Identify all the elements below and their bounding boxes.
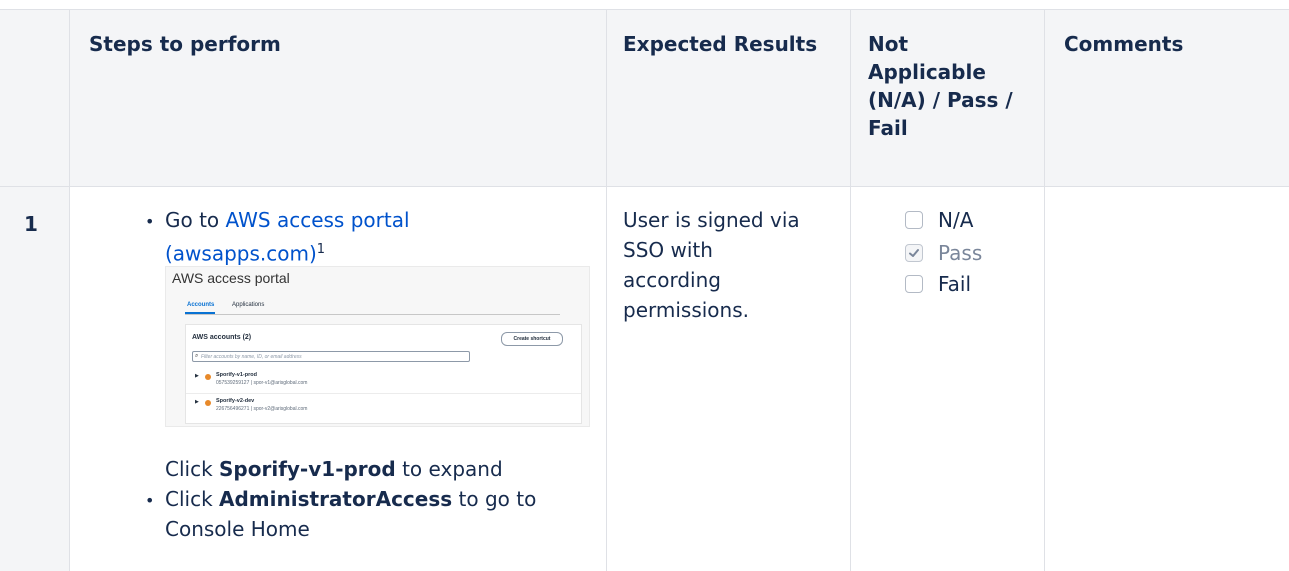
screenshot-account-name: Sporify-v2-dev [216, 398, 255, 404]
row-number: 1 [24, 212, 38, 236]
header-status-line: Not [868, 32, 909, 56]
screenshot-tab-applications: Applications [232, 302, 265, 308]
step-expand-suffix: to expand [402, 457, 503, 481]
header-steps: Steps to perform [89, 32, 281, 56]
step-admin-role: AdministratorAccess [219, 487, 453, 511]
checkbox-pass[interactable] [905, 244, 923, 262]
step-go-to-label: Go to [165, 208, 220, 232]
screenshot-accounts-heading: AWS accounts (2) [192, 334, 252, 341]
test-steps-table: Steps to perform Expected Results Not Ap… [0, 0, 1289, 571]
checkbox-fail[interactable] [905, 275, 923, 293]
search-icon: ⌕ [195, 353, 199, 359]
row-number-column [0, 186, 69, 571]
screenshot-tab-accounts: Accounts [187, 302, 215, 308]
bullet-icon: • [145, 491, 155, 510]
bullet-icon: • [145, 212, 155, 231]
expected-results: User is signed via SSO with according pe… [623, 205, 800, 325]
expected-line: permissions. [623, 298, 749, 322]
screenshot-account-name: Sporify-v1-prod [216, 372, 257, 378]
option-fail-label: Fail [938, 272, 972, 296]
option-pass-label: Pass [938, 241, 983, 265]
option-na[interactable]: N/A [905, 205, 973, 235]
caret-right-icon: ▶ [195, 399, 199, 405]
col-divider-1 [69, 9, 70, 571]
caret-right-icon: ▶ [195, 373, 199, 379]
checkmark-icon [909, 249, 919, 257]
expected-line: User is signed via [623, 208, 800, 232]
step-link-line2: (awsapps.com)1 [165, 235, 325, 269]
account-icon [205, 374, 211, 380]
header-comments: Comments [1064, 32, 1184, 56]
screenshot-tab-separator [185, 314, 560, 315]
footnote-marker: 1 [316, 242, 326, 257]
screenshot-account-row: ▶ Sporify-v2-dev 226756496271 | spor-v2@… [192, 397, 572, 423]
screenshot-account-details: 057539259127 | spor-v1@arisglobal.com [216, 380, 308, 386]
step-admin-access: Click AdministratorAccess to go to [165, 484, 536, 514]
screenshot-accounts-panel: AWS accounts (2) Create shortcut ⌕ Filte… [185, 324, 582, 424]
col-divider-2 [606, 9, 607, 571]
col-divider-3 [850, 9, 851, 571]
header-status-line: Fail [868, 116, 908, 140]
col-divider-4 [1044, 9, 1045, 571]
step-go-to: Go to AWS access portal [165, 205, 410, 235]
step-admin-prefix: Click [165, 487, 213, 511]
header-status: Not Applicable (N/A) / Pass / Fail [868, 30, 1038, 142]
header-status-line: (N/A) / Pass / [868, 88, 1013, 112]
expected-line: SSO with [623, 238, 713, 262]
step-expand-prefix: Click [165, 457, 213, 481]
header-status-line: Applicable [868, 60, 986, 84]
step-expand: Click Sporify-v1-prod to expand [165, 454, 503, 484]
checkbox-na[interactable] [905, 211, 923, 229]
header-expected: Expected Results [623, 32, 818, 56]
step-admin-line2: Console Home [165, 517, 310, 541]
option-na-label: N/A [938, 208, 974, 232]
aws-portal-link[interactable]: AWS access portal [226, 208, 410, 232]
step-admin-suffix: to go to [458, 487, 537, 511]
expected-line: according [623, 268, 721, 292]
screenshot-search-field: ⌕ Filter accounts by name, ID, or email … [192, 351, 470, 362]
screenshot-create-shortcut-button: Create shortcut [501, 332, 563, 346]
aws-portal-link-domain[interactable]: (awsapps.com) [165, 242, 317, 266]
step-expand-account: Sporify-v1-prod [219, 457, 396, 481]
screenshot-account-details: 226756496271 | spor-v2@arisglobal.com [216, 406, 308, 412]
screenshot-search-placeholder: Filter accounts by name, ID, or email ad… [201, 353, 302, 360]
table-top-border [0, 9, 1289, 10]
screenshot-row-divider [186, 393, 581, 394]
header-bottom-border [0, 186, 1289, 187]
option-fail[interactable]: Fail [905, 269, 971, 299]
screenshot-title: AWS access portal [172, 270, 290, 286]
account-icon [205, 400, 211, 406]
option-pass[interactable]: Pass [905, 238, 982, 268]
aws-portal-screenshot: AWS access portal Accounts Applications … [165, 266, 590, 427]
